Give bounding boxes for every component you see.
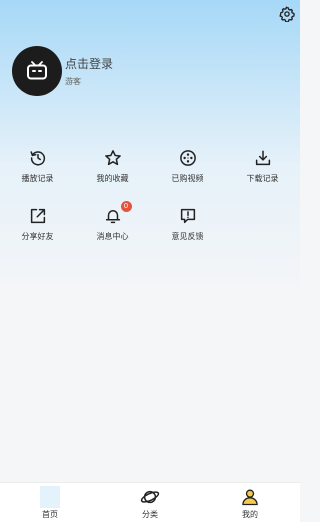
history-icon <box>30 151 45 166</box>
download-icon <box>255 150 270 166</box>
bottom-tab-bar: 首页 分类 我的 <box>0 482 300 522</box>
login-title[interactable]: 点击登录 <box>65 56 113 72</box>
menu-item-share[interactable]: 分享好友 <box>0 204 75 260</box>
star-icon <box>104 150 121 166</box>
menu-item-label: 消息中心 <box>96 232 129 241</box>
tab-label: 首页 <box>42 510 58 519</box>
user-icon <box>242 489 258 506</box>
profile-login-area[interactable]: 点击登录 游客 <box>12 46 113 96</box>
profile-text: 点击登录 游客 <box>65 56 113 87</box>
menu-item-history[interactable]: 播放记录 <box>0 146 75 202</box>
tab-home[interactable]: 首页 <box>0 483 100 522</box>
tab-mine[interactable]: 我的 <box>200 483 300 522</box>
tab-category[interactable]: 分类 <box>100 483 200 522</box>
menu-item-purchased[interactable]: 已购视频 <box>150 146 225 202</box>
bell-icon <box>105 210 120 224</box>
tab-label: 分类 <box>142 510 158 519</box>
guest-label: 游客 <box>65 76 81 86</box>
settings-button[interactable] <box>278 5 296 23</box>
feedback-icon <box>180 208 195 224</box>
home-icon <box>40 486 60 508</box>
planet-icon <box>140 490 160 504</box>
menu-item-feedback[interactable]: 意见反馈 <box>150 204 225 260</box>
menu-item-downloads[interactable]: 下载记录 <box>225 146 300 202</box>
menu-item-label: 播放记录 <box>21 174 54 183</box>
gear-icon <box>279 6 295 22</box>
menu-item-favorites[interactable]: 我的收藏 <box>75 146 150 202</box>
menu-row: 分享好友 0 消息中心 意见反馈 <box>0 201 300 260</box>
menu-item-label: 我的收藏 <box>96 174 129 183</box>
menu-item-label: 分享好友 <box>21 232 54 241</box>
message-badge: 0 <box>120 201 132 212</box>
menu-row: 播放记录 我的收藏 已购视频 下载记录 <box>0 146 300 202</box>
menu-grid: 播放记录 我的收藏 已购视频 下载记录 分享好友 0 消息中心 意见反馈 <box>0 146 300 260</box>
menu-item-label: 意见反馈 <box>171 232 204 241</box>
share-icon <box>30 208 45 224</box>
avatar[interactable] <box>12 46 62 96</box>
film-reel-icon <box>179 150 196 166</box>
tab-label: 我的 <box>242 510 258 519</box>
bilibili-tv-icon <box>27 61 47 80</box>
menu-item-label: 下载记录 <box>246 174 279 183</box>
menu-item-label: 已购视频 <box>171 174 204 183</box>
menu-item-messages[interactable]: 0 消息中心 <box>75 201 150 260</box>
